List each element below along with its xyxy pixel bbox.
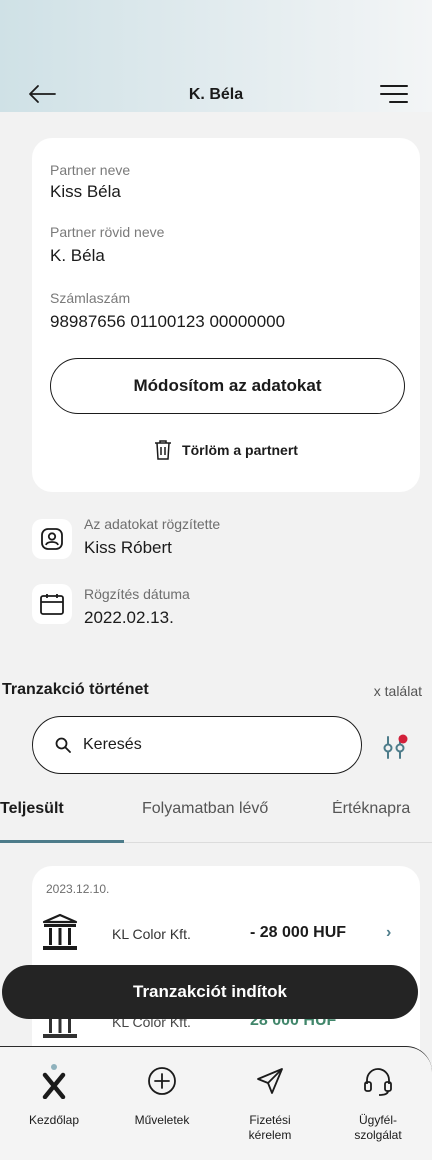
partner-short-name-value: K. Béla	[50, 246, 105, 265]
calendar-icon	[40, 594, 64, 615]
partner-name-value: Kiss Béla	[50, 182, 121, 201]
bank-icon	[42, 913, 78, 950]
hamburger-menu-icon	[380, 85, 408, 103]
user-icon-badge	[32, 519, 72, 559]
delete-partner-label: Törlöm a partnert	[182, 442, 298, 458]
edit-data-button[interactable]: Módosítom az adatokat	[50, 358, 405, 414]
bottom-navigation: Kezdőlap Műveletek Fizetési kérelem Ügyf…	[0, 1046, 432, 1160]
filter-button[interactable]	[374, 727, 414, 767]
nav-label-payment-request: Fizetési kérelem	[248, 1113, 292, 1142]
tab-completed[interactable]: Teljesült	[0, 800, 64, 818]
nav-item-operations[interactable]: Műveletek	[108, 1047, 216, 1160]
partner-info-card: Partner neve Kiss Béla Partner rövid nev…	[32, 138, 420, 492]
nav-label-home: Kezdőlap	[28, 1113, 80, 1127]
filter-icon	[383, 734, 408, 759]
recorded-by-label: Az adatokat rögzítette	[84, 516, 221, 532]
record-date-value: 2022.02.13.	[84, 608, 174, 627]
record-date-label: Rögzítés dátuma	[84, 586, 190, 602]
transaction-tabs: Teljesült Folyamatban lévő Értéknapra	[0, 800, 432, 842]
active-tab-indicator	[0, 840, 124, 843]
filter-badge	[398, 734, 408, 744]
home-logo-icon	[42, 1064, 66, 1099]
transaction-amount: - 28 000 HUF	[250, 924, 347, 941]
partner-details-screen: K. Béla Partner neve Kiss Béla Partner r…	[0, 0, 432, 1160]
calendar-icon-badge	[32, 584, 72, 624]
send-icon	[257, 1068, 283, 1094]
nav-item-payment-request[interactable]: Fizetési kérelem	[216, 1047, 324, 1160]
chevron-right-icon: ›	[386, 924, 392, 941]
tab-value-date[interactable]: Értéknapra	[332, 800, 410, 818]
transaction-row[interactable]: KL Color Kft. - 28 000 HUF ›	[32, 912, 420, 956]
transaction-history-title: Tranzakció történet	[2, 681, 149, 698]
transaction-date: 2023.12.10.	[46, 882, 110, 896]
user-icon	[41, 528, 63, 550]
trash-icon	[155, 440, 172, 460]
partner-name-label: Partner neve	[50, 162, 131, 178]
tab-in-progress[interactable]: Folyamatban lévő	[142, 800, 268, 818]
account-number-value: 98987656 01100123 00000000	[50, 312, 286, 331]
nav-item-home[interactable]: Kezdőlap	[0, 1047, 108, 1160]
delete-partner-link[interactable]: Törlöm a partnert	[32, 440, 420, 460]
transaction-partner-name: KL Color Kft.	[112, 926, 191, 942]
partner-short-name-label: Partner rövid neve	[50, 224, 165, 240]
account-number-label: Számlaszám	[50, 290, 131, 306]
plus-circle-icon	[148, 1067, 176, 1095]
menu-button[interactable]	[374, 74, 414, 114]
nav-label-operations: Műveletek	[134, 1113, 190, 1127]
search-input[interactable]	[83, 736, 323, 754]
header: K. Béla	[0, 0, 432, 112]
nav-item-customer-service[interactable]: Ügyfél-szolgálat	[324, 1047, 432, 1160]
headset-icon	[364, 1068, 392, 1096]
recorded-by-value: Kiss Róbert	[84, 538, 172, 557]
start-transaction-button[interactable]: Tranzakciót indítok	[2, 965, 418, 1019]
search-icon	[55, 737, 71, 753]
page-title: K. Béla	[188, 86, 244, 103]
result-count: x találat	[373, 683, 422, 699]
nav-label-customer-service: Ügyfél-szolgálat	[354, 1113, 402, 1142]
search-field[interactable]	[32, 716, 362, 774]
